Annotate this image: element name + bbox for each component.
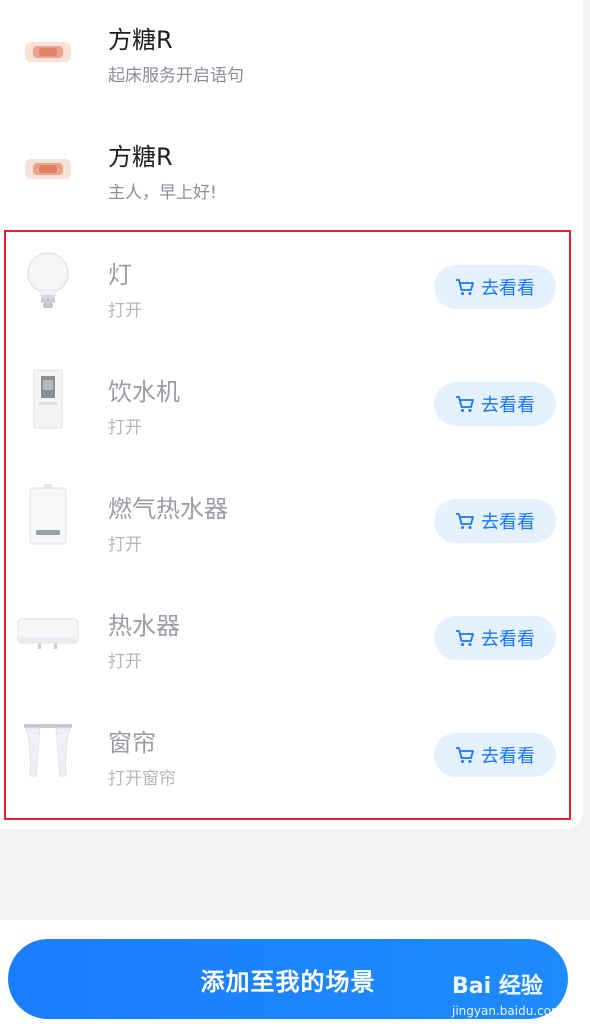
voice-phrase: 起床服务开启语句: [108, 66, 244, 86]
go-see-label: 去看看: [481, 629, 535, 650]
bulb-icon: [16, 250, 80, 314]
speaker-icon: [16, 20, 80, 84]
device-row-water-heater: 热水器 打开 去看看: [0, 581, 583, 681]
cart-icon: [455, 394, 475, 414]
water-dispenser-icon: [16, 367, 80, 431]
voice-device-name: 方糖R: [108, 143, 173, 171]
baidu-jingyan-watermark: Bai 经验: [452, 974, 543, 999]
voice-row: 方糖R 起床服务开启语句: [0, 0, 583, 100]
speaker-icon: [16, 137, 80, 201]
go-see-button[interactable]: 去看看: [434, 382, 556, 426]
device-action: 打开: [108, 301, 142, 321]
go-see-label: 去看看: [481, 395, 535, 416]
device-action: 打开: [108, 418, 142, 438]
cart-icon: [455, 745, 475, 765]
baidu-jingyan-url: jingyan.baidu.com: [452, 1004, 563, 1018]
cart-icon: [455, 628, 475, 648]
device-name: 灯: [108, 261, 132, 289]
curtain-icon: [16, 718, 80, 782]
device-name: 窗帘: [108, 729, 156, 757]
device-name: 饮水机: [108, 378, 180, 406]
device-row-gas-water-heater: 燃气热水器 打开 去看看: [0, 464, 583, 564]
scene-action-list: 方糖R 起床服务开启语句 方糖R 主人，早上好! 灯 打开 去看看 饮水机 打开…: [0, 0, 583, 829]
cart-icon: [455, 277, 475, 297]
go-see-button[interactable]: 去看看: [434, 616, 556, 660]
gas-water-heater-icon: [16, 484, 80, 548]
cart-icon: [455, 511, 475, 531]
device-action: 打开: [108, 535, 142, 555]
device-row-water-dispenser: 饮水机 打开 去看看: [0, 347, 583, 447]
water-heater-icon: [16, 601, 80, 665]
voice-device-name: 方糖R: [108, 26, 173, 54]
voice-phrase: 主人，早上好!: [108, 183, 217, 203]
go-see-label: 去看看: [481, 746, 535, 767]
device-name: 热水器: [108, 612, 180, 640]
device-action: 打开窗帘: [108, 769, 176, 789]
add-to-my-scene-label: 添加至我的场景: [200, 967, 376, 996]
device-row-light: 灯 打开 去看看: [0, 230, 583, 330]
go-see-button[interactable]: 去看看: [434, 499, 556, 543]
go-see-button[interactable]: 去看看: [434, 265, 556, 309]
device-name: 燃气热水器: [108, 495, 228, 523]
go-see-label: 去看看: [481, 278, 535, 299]
device-row-curtain: 窗帘 打开窗帘 去看看: [0, 698, 583, 798]
go-see-button[interactable]: 去看看: [434, 733, 556, 777]
voice-row: 方糖R 主人，早上好!: [0, 117, 583, 217]
device-action: 打开: [108, 652, 142, 672]
go-see-label: 去看看: [481, 512, 535, 533]
